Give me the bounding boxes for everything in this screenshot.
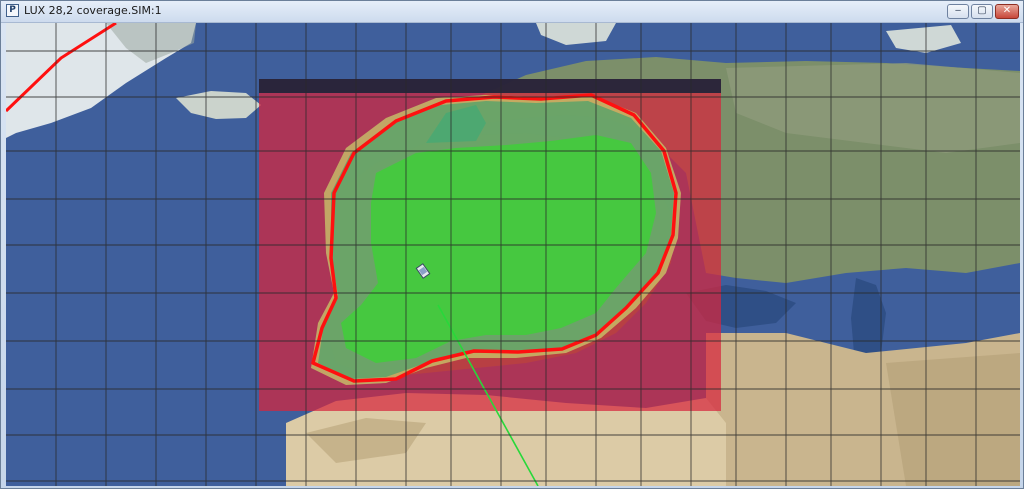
coverage-map-viewport[interactable] (6, 23, 1020, 486)
window-title: LUX 28,2 coverage.SIM:1 (24, 4, 162, 17)
minimize-button[interactable]: ‒ (947, 4, 969, 19)
close-button[interactable]: ✕ (995, 4, 1019, 19)
maximize-button[interactable]: ▢ (971, 4, 993, 19)
app-icon[interactable]: P (6, 4, 19, 17)
title-bar[interactable]: P LUX 28,2 coverage.SIM:1 ‒ ▢ ✕ (1, 1, 1023, 23)
app-window: P LUX 28,2 coverage.SIM:1 ‒ ▢ ✕ (0, 0, 1024, 489)
coverage-top-band (259, 79, 721, 93)
coverage-map[interactable] (6, 23, 1020, 486)
